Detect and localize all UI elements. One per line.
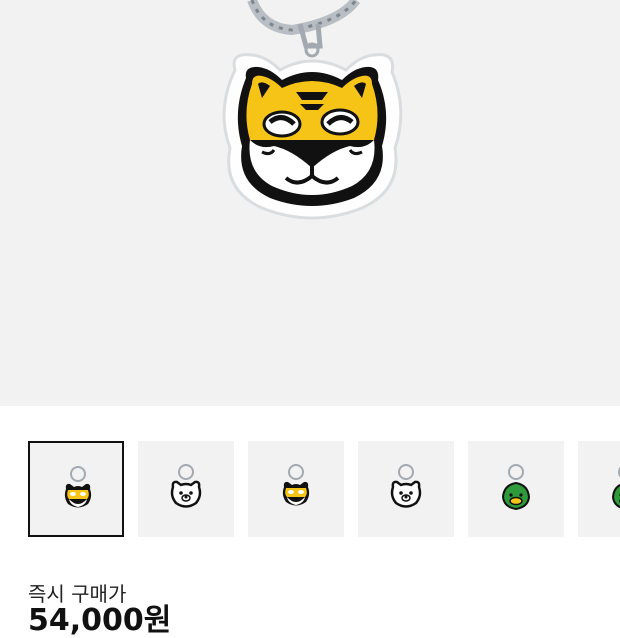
- tiger-keyring-icon: [64, 466, 92, 508]
- thumbnail-3[interactable]: [248, 441, 344, 537]
- duck-keyring-icon: [611, 466, 620, 509]
- thumbnail-2[interactable]: [138, 441, 234, 537]
- bear-keyring-icon: [390, 464, 422, 508]
- thumbnail-4[interactable]: [358, 441, 454, 537]
- tiger-keyring-icon: [222, 0, 403, 220]
- duck-keyring-icon: [501, 464, 531, 511]
- instant-buy-price: 54,000원: [28, 603, 172, 638]
- thumbnail-strip: [0, 440, 620, 538]
- tiger-keyring-icon: [282, 464, 310, 506]
- thumbnail-6[interactable]: [578, 441, 620, 537]
- product-main-image: [0, 0, 620, 406]
- bear-keyring-icon: [170, 464, 202, 508]
- thumbnail-5[interactable]: [468, 441, 564, 537]
- thumbnail-1[interactable]: [28, 441, 124, 537]
